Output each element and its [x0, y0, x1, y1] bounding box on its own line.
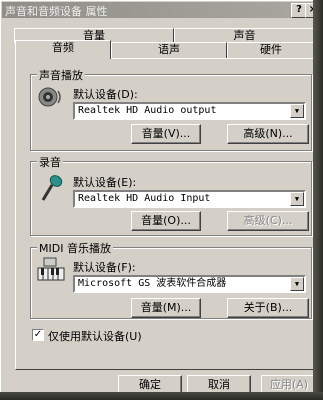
use-default-label: 仅使用默认设备(U) — [48, 330, 142, 343]
keyboard-icon — [37, 257, 65, 281]
recording-group-title: 录音 — [37, 154, 63, 170]
recording-device-select[interactable]: Realtek HD Audio Input ▼ — [73, 190, 306, 208]
playback-default-label: 默认设备(D): — [73, 88, 138, 101]
playback-advanced-button[interactable]: 高级(N)... — [227, 124, 309, 144]
microphone-icon — [41, 175, 63, 201]
background-bottom — [0, 392, 323, 400]
chevron-down-icon[interactable]: ▼ — [290, 104, 304, 118]
chevron-down-icon[interactable]: ▼ — [290, 192, 304, 206]
title-bar: 声音和音频设备 属性 ? × — [2, 2, 321, 18]
recording-device-value: Realtek HD Audio Input — [78, 193, 211, 204]
playback-device-select[interactable]: Realtek HD Audio output ▼ — [73, 102, 306, 120]
midi-about-button[interactable]: 关于(B)... — [227, 298, 309, 318]
tab-hardware[interactable]: 硬件 — [227, 42, 315, 58]
tab-sounds[interactable]: 声音 — [174, 28, 315, 43]
playback-group-title: 声音播放 — [37, 67, 85, 83]
tab-audio[interactable]: 音频 — [15, 40, 111, 59]
tab-hardware-label: 硬件 — [260, 43, 282, 56]
tab-audio-label: 音频 — [52, 41, 74, 54]
midi-volume-button[interactable]: 音量(M)... — [131, 298, 201, 318]
background-right — [313, 0, 323, 400]
midi-device-value: Microsoft GS 波表软件合成器 — [78, 278, 227, 289]
sound-properties-dialog: 声音和音频设备 属性 ? × 音量 声音 音频 语声 硬件 声音播放 默认设备(… — [0, 0, 321, 396]
chevron-down-icon[interactable]: ▼ — [290, 277, 304, 291]
tab-voice[interactable]: 语声 — [111, 42, 227, 58]
midi-default-label: 默认设备(F): — [73, 261, 136, 274]
tab-sounds-label: 声音 — [233, 29, 256, 42]
recording-advanced-button[interactable]: 高级(C)... — [227, 211, 309, 231]
window-title: 声音和音频设备 属性 — [5, 5, 108, 18]
use-default-checkbox[interactable]: ✓ — [32, 329, 44, 341]
recording-volume-button[interactable]: 音量(O)... — [131, 211, 201, 231]
playback-device-value: Realtek HD Audio output — [78, 105, 217, 116]
midi-device-select[interactable]: Microsoft GS 波表软件合成器 ▼ — [73, 275, 306, 293]
speaker-icon — [38, 87, 61, 107]
tab-voice-label: 语声 — [158, 43, 180, 56]
playback-volume-button[interactable]: 音量(V)... — [131, 124, 201, 144]
recording-default-label: 默认设备(E): — [73, 176, 137, 189]
midi-group-title: MIDI 音乐播放 — [37, 240, 113, 256]
